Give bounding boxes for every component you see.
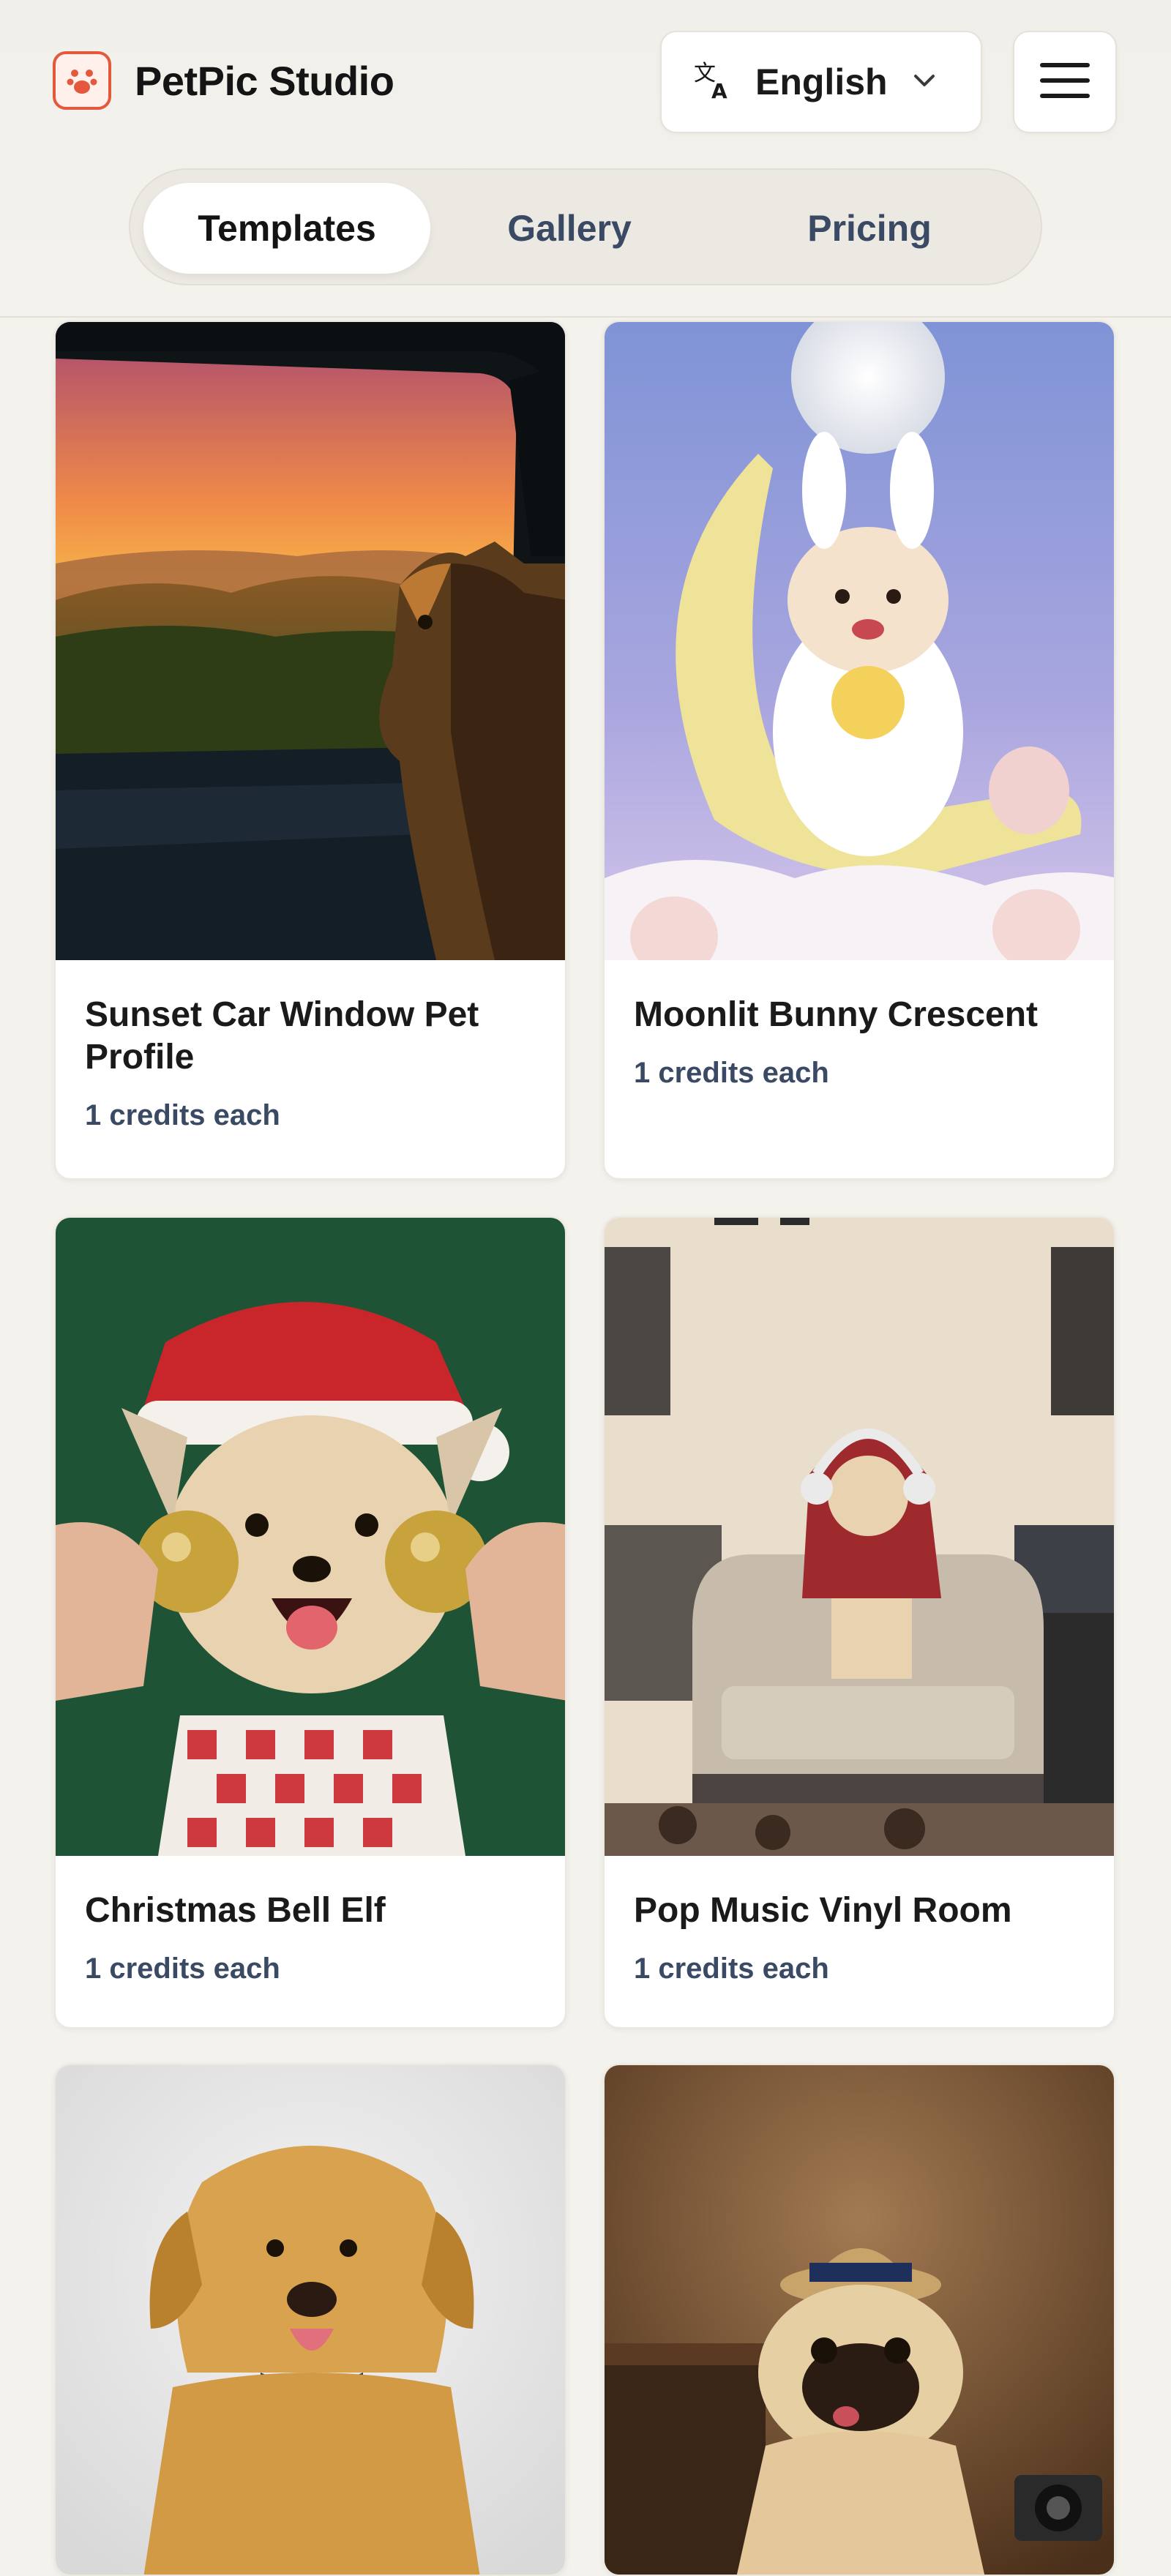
tab-gallery[interactable]: Gallery (445, 183, 694, 274)
template-credits: 1 credits each (634, 1952, 829, 1985)
template-card[interactable]: Moonlit Bunny Crescent 1 credits each (603, 321, 1115, 1180)
paw-icon (53, 51, 111, 110)
template-credits: 1 credits each (634, 1057, 829, 1089)
template-credits: 1 credits each (85, 1952, 280, 1985)
main-tabs: Templates Gallery Pricing (129, 168, 1042, 285)
template-card[interactable] (603, 2064, 1115, 2576)
tab-templates[interactable]: Templates (143, 183, 430, 274)
menu-button[interactable] (1013, 31, 1117, 133)
template-title: Christmas Bell Elf (85, 1891, 386, 1930)
template-image (56, 322, 565, 960)
hamburger-menu-icon (1039, 60, 1091, 105)
chevron-down-icon (910, 66, 939, 99)
template-credits: 1 credits each (85, 1099, 280, 1131)
language-label: English (755, 61, 888, 102)
brand[interactable]: PetPic Studio (53, 51, 394, 110)
template-image (56, 2065, 565, 2575)
translate-icon: 文 A (691, 59, 735, 106)
template-card[interactable] (54, 2064, 566, 2576)
template-image (56, 1218, 565, 1856)
template-title: Moonlit Bunny Crescent (634, 995, 1039, 1034)
template-title: Pop Music Vinyl Room (634, 1891, 1012, 1930)
site-header: PetPic Studio 文 A English Templates Gall… (0, 0, 1171, 318)
language-select[interactable]: 文 A English (660, 31, 982, 133)
template-title: Sunset Car Window Pet Profile (85, 995, 479, 1077)
tab-pricing[interactable]: Pricing (745, 183, 994, 274)
template-card[interactable]: Pop Music Vinyl Room 1 credits each (603, 1216, 1115, 2029)
template-image (605, 1218, 1114, 1856)
template-image (605, 2065, 1114, 2575)
brand-name: PetPic Studio (135, 57, 394, 104)
template-card[interactable]: Sunset Car Window Pet Profile 1 credits … (54, 321, 566, 1180)
template-image (605, 322, 1114, 960)
svg-text:A: A (711, 79, 727, 102)
template-card[interactable]: Christmas Bell Elf 1 credits each (54, 1216, 566, 2029)
